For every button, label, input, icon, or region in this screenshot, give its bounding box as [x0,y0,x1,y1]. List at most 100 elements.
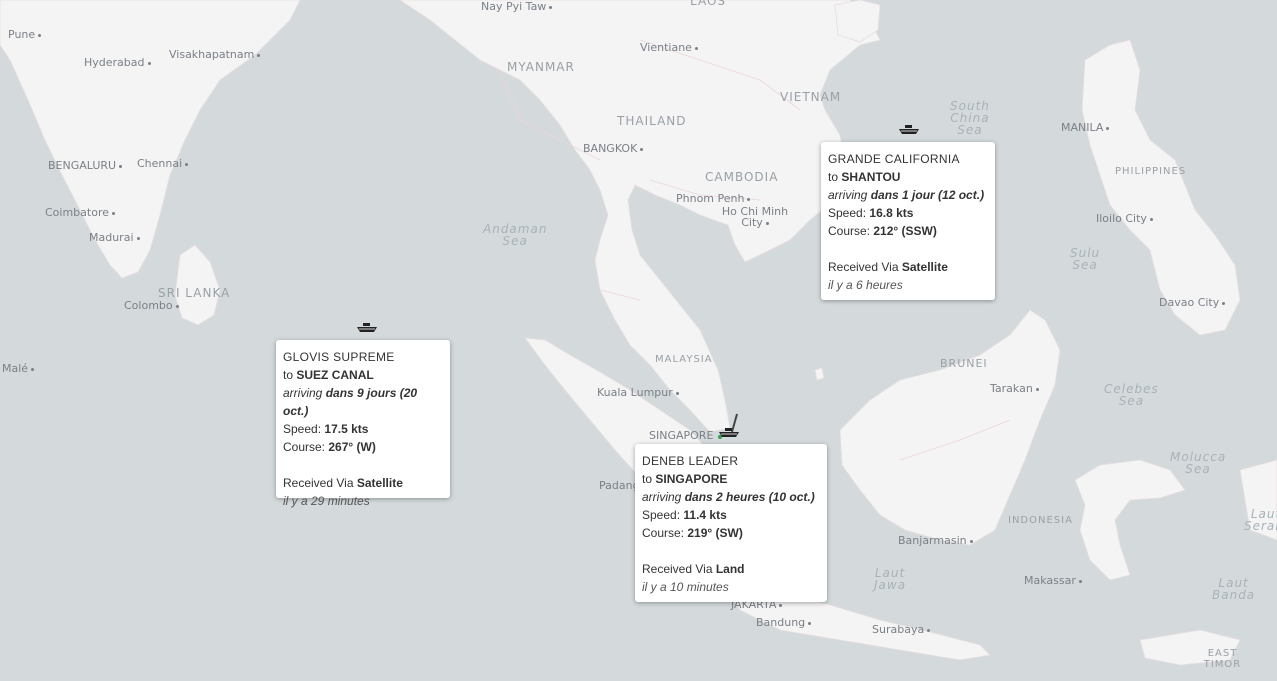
country-label-thailand: THAILAND [617,114,687,128]
course-value: 219° (SW) [687,526,743,540]
to-prefix: to [642,472,653,486]
speed-value: 17.5 kts [324,422,369,436]
sea-label-molucca: Molucca Sea [1170,450,1227,476]
ship-icon[interactable] [718,428,740,438]
city-label-phnompenh: Phnom Penh [676,192,750,205]
eta: dans 1 jour (12 oct.) [870,188,985,202]
city-label-naypyitaw: Nay Pyi Taw [481,0,552,13]
received-label: Received Via [642,562,713,576]
destination-line: to SHANTOU [828,168,988,186]
course-value: 267° (W) [328,440,376,454]
city-label-colombo: Colombo [124,299,179,312]
received-via: Land [715,562,745,576]
received-line: Received Via Satellite [828,258,988,276]
ship-name: GLOVIS SUPREME [283,350,395,364]
course-label: Course: [828,224,871,238]
country-label-indonesia: INDONESIA [1008,515,1073,526]
city-label-pune: Pune [8,28,41,41]
speed-label: Speed: [642,508,681,522]
sea-label-lautseram: Laut Seram [1244,507,1277,533]
received-line: Received Via Satellite [283,474,443,492]
country-label-philippines: PHILIPPINES [1115,166,1187,177]
speed-line: Speed: 11.4 kts [642,506,820,524]
city-label-makassar: Makassar [1024,574,1082,587]
ship-icon[interactable] [356,323,378,333]
country-label-laos: LAOS [690,0,727,8]
country-label-vietnam: VIETNAM [780,90,842,104]
city-label-madurai: Madurai [89,231,140,244]
country-label-cambodia: CAMBODIA [705,170,779,184]
ship-name: GRANDE CALIFORNIA [828,152,960,166]
last-update: il y a 6 heures [828,278,903,292]
course-line: Course: 267° (W) [283,438,443,456]
arriving-prefix: arriving [828,188,868,202]
course-label: Course: [642,526,685,540]
destination-line: to SINGAPORE [642,470,820,488]
course-line: Course: 212° (SSW) [828,222,988,240]
sea-label-southchina: South China Sea [950,99,990,137]
ship-popup-glovis-supreme[interactable]: GLOVIS SUPREME to SUEZ CANAL arriving da… [276,340,450,508]
city-label-visakhapatnam: Visakhapatnam [169,48,260,61]
course-label: Course: [283,440,326,454]
country-label-brunei: BRUNEI [940,357,988,370]
speed-value: 16.8 kts [869,206,914,220]
speed-value: 11.4 kts [683,508,727,522]
city-label-coimbatore: Coimbatore [45,206,115,219]
city-label-banjarmasin: Banjarmasin [898,534,973,547]
destination-line: to SUEZ CANAL [283,366,443,384]
speed-line: Speed: 17.5 kts [283,420,443,438]
city-label-chennai: Chennai [137,157,188,170]
speed-label: Speed: [828,206,867,220]
received-via: Satellite [356,476,403,490]
sea-label-sulu: Sulu Sea [1070,246,1101,272]
city-label-vientiane: Vientiane [640,41,698,54]
city-label-tarakan: Tarakan [990,382,1039,395]
city-label-kualalumpur: Kuala Lumpur [597,386,679,399]
country-label-easttimor: EAST TIMOR [1203,648,1242,670]
country-label-myanmar: MYANMAR [507,60,575,74]
arriving-prefix: arriving [283,386,323,400]
sea-label-celebes: Celebes Sea [1104,382,1159,408]
course-value: 212° (SSW) [873,224,937,238]
eta-line: arriving dans 9 jours (20 oct.) [283,384,443,420]
city-label-male: Malé [2,362,34,375]
destination: SHANTOU [841,170,901,184]
received-label: Received Via [283,476,354,490]
country-label-malaysia: MALAYSIA [655,354,713,365]
arriving-prefix: arriving [642,490,682,504]
sea-label-andaman: Andaman Sea [483,222,548,248]
ship-popup-deneb-leader[interactable]: DENEB LEADER to SINGAPORE arriving dans … [635,444,827,602]
city-label-surabaya: Surabaya [872,623,930,636]
city-label-hyderabad: Hyderabad [84,56,151,69]
eta-line: arriving dans 2 heures (10 oct.) [642,488,820,506]
city-label-davao: Davao City [1159,296,1225,309]
received-line: Received Via Land [642,560,820,578]
last-update: il y a 10 minutes [642,580,729,594]
sea-label-lautbanda: Laut Banda [1212,576,1256,602]
received-via: Satellite [901,260,948,274]
city-label-singapore: SINGAPORE [649,429,714,442]
sea-label-lautjawa: Laut Jawa [874,566,907,592]
speed-line: Speed: 16.8 kts [828,204,988,222]
country-label-srilanka: SRI LANKA [158,286,231,300]
ship-icon[interactable] [898,125,920,135]
city-label-hochiminh: Ho Chi Minh City [721,205,789,229]
course-line: Course: 219° (SW) [642,524,820,542]
city-label-bangkok: BANGKOK [583,142,643,155]
map[interactable]: Pune Hyderabad Visakhapatnam BENGALURU C… [0,0,1277,681]
last-update: il y a 29 minutes [283,494,370,508]
eta: dans 2 heures (10 oct.) [684,490,815,504]
city-label-iloilo: Iloilo City [1096,212,1153,225]
city-label-bandung: Bandung [756,616,811,629]
city-label-bengaluru: BENGALURU [48,159,122,172]
ship-popup-grande-california[interactable]: GRANDE CALIFORNIA to SHANTOU arriving da… [821,142,995,300]
eta-line: arriving dans 1 jour (12 oct.) [828,186,988,204]
speed-label: Speed: [283,422,322,436]
to-prefix: to [828,170,839,184]
received-label: Received Via [828,260,899,274]
destination: SINGAPORE [655,472,728,486]
destination: SUEZ CANAL [296,368,374,382]
